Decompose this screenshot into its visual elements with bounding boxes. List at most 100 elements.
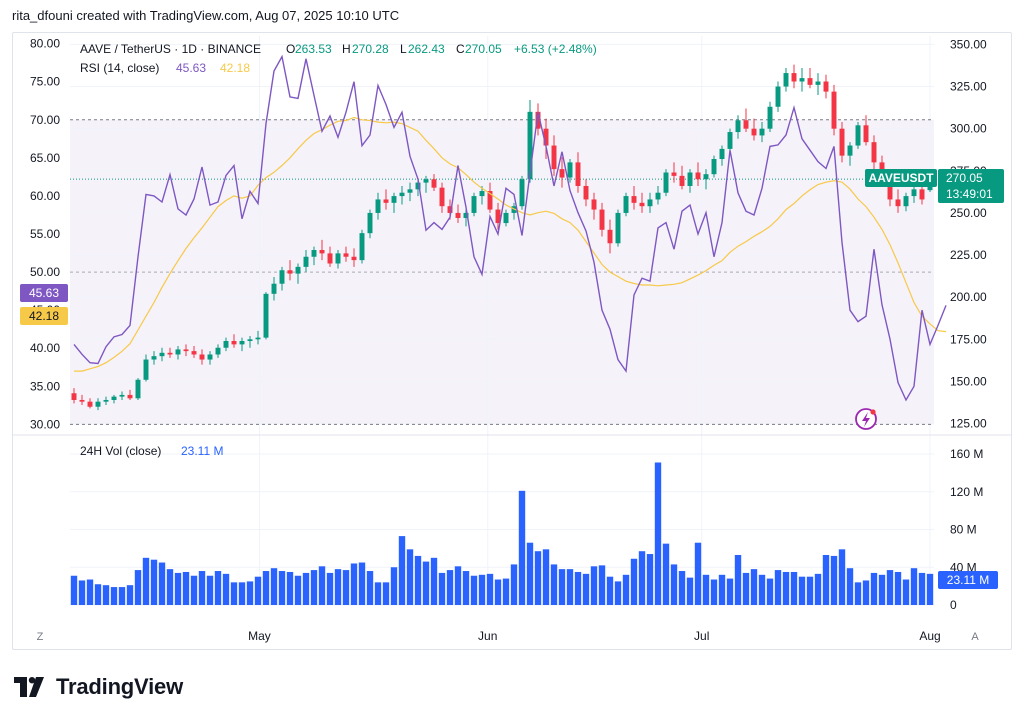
volume-bar	[758, 574, 766, 605]
volume-bar	[878, 574, 886, 605]
x-tick-label: Aug	[919, 629, 940, 643]
legend-symbol: AAVE / TetherUS · 1D · BINANCE	[80, 42, 261, 56]
volume-bar	[710, 579, 718, 605]
candle-body	[599, 209, 605, 230]
price-badge-price: 270.05	[946, 171, 983, 185]
candle-body	[895, 199, 901, 207]
tradingview-logo[interactable]: TradingView	[14, 674, 183, 700]
candle-body	[631, 196, 637, 203]
candle-body	[231, 341, 237, 345]
candle-body	[359, 233, 365, 261]
candle-body	[703, 174, 709, 180]
price-chart[interactable]: 350.00325.00300.00275.00250.00225.00200.…	[0, 0, 1024, 721]
candle-body	[255, 337, 261, 340]
volume-bar	[494, 579, 502, 605]
candle-body	[479, 191, 485, 197]
candle	[519, 175, 525, 210]
candle-body	[623, 196, 629, 213]
price-badge-symbol: AAVEUSDT	[868, 171, 934, 185]
price-axis[interactable]: 350.00325.00300.00275.00250.00225.00200.…	[950, 37, 987, 430]
volume-bar	[806, 576, 814, 605]
candle	[359, 229, 365, 264]
candle	[623, 192, 629, 217]
volume-bar	[390, 567, 398, 605]
candle-body	[647, 199, 653, 207]
volume-bars	[70, 462, 934, 605]
candle-body	[567, 162, 573, 178]
price-badge-countdown: 13:49:01	[946, 187, 993, 201]
candle-body	[751, 128, 757, 136]
candle-body	[615, 212, 621, 244]
zoom-z-button[interactable]: Z	[37, 631, 44, 643]
candle	[767, 101, 773, 133]
volume-bar	[774, 570, 782, 605]
rsi-ma-badge-text: 42.18	[29, 309, 59, 323]
candle	[743, 108, 749, 133]
candle-body	[839, 128, 845, 156]
candle-body	[199, 354, 205, 360]
candle	[823, 74, 829, 99]
x-tick-label: Jul	[694, 629, 709, 643]
time-axis[interactable]: May Jun Jul Aug	[248, 629, 941, 643]
candle-body	[807, 78, 813, 85]
volume-bar	[166, 569, 174, 605]
volume-bar	[702, 574, 710, 605]
volume-bar	[558, 569, 566, 605]
candle-body	[271, 283, 277, 294]
candle-body	[431, 179, 437, 188]
candle-body	[583, 185, 589, 200]
candle-body	[319, 250, 325, 254]
volume-bar	[350, 563, 358, 605]
price-tick-label: 325.00	[950, 80, 987, 94]
candle-body	[71, 393, 77, 400]
candle-body	[343, 253, 349, 257]
volume-bar	[326, 572, 334, 605]
volume-bar	[406, 549, 414, 605]
volume-bar	[694, 542, 702, 605]
legend-open: 263.53	[295, 42, 332, 56]
volume-badge: 23.11 M	[938, 571, 998, 589]
candle	[791, 64, 797, 89]
candle-body	[167, 352, 173, 355]
candle-body	[815, 81, 821, 85]
volume-bar	[126, 585, 134, 605]
candle-body	[327, 253, 333, 264]
volume-bar	[582, 573, 590, 605]
candle-body	[847, 145, 853, 156]
candle-body	[791, 73, 797, 82]
rsi-ma-badge: 42.18	[20, 307, 68, 325]
x-tick-label: May	[248, 629, 271, 643]
volume-bar	[478, 574, 486, 605]
candle-body	[119, 394, 125, 397]
volume-bar	[398, 536, 406, 605]
candle	[799, 68, 805, 92]
candle-body	[103, 399, 109, 402]
volume-bar	[782, 571, 790, 605]
legend-rsi-ma-value: 42.18	[220, 61, 250, 75]
volume-bar	[814, 573, 822, 605]
candle-body	[559, 169, 565, 178]
candle-body	[719, 148, 725, 160]
rsi-tick-label: 70.00	[30, 113, 60, 127]
volume-bar	[870, 572, 878, 605]
candle-body	[823, 81, 829, 92]
volume-bar	[358, 562, 366, 605]
volume-bar	[686, 577, 694, 605]
tradingview-logo-icon	[14, 677, 48, 697]
candle	[855, 121, 861, 149]
candle-body	[639, 202, 645, 207]
legend-close-label: C	[456, 42, 465, 56]
volume-bar	[78, 580, 86, 605]
lightning-alert-icon[interactable]	[855, 408, 877, 430]
volume-bar	[734, 554, 742, 605]
legend-close: 270.05	[465, 42, 502, 56]
candle-body	[287, 270, 293, 274]
rsi-tick-label: 55.00	[30, 227, 60, 241]
auto-scale-a-button[interactable]: A	[971, 631, 979, 643]
volume-bar	[246, 581, 254, 605]
volume-bar	[830, 555, 838, 605]
candle-body	[671, 172, 677, 176]
candle-body	[303, 256, 309, 267]
legend-rsi-label: RSI (14, close)	[80, 61, 159, 75]
candle-body	[399, 192, 405, 197]
